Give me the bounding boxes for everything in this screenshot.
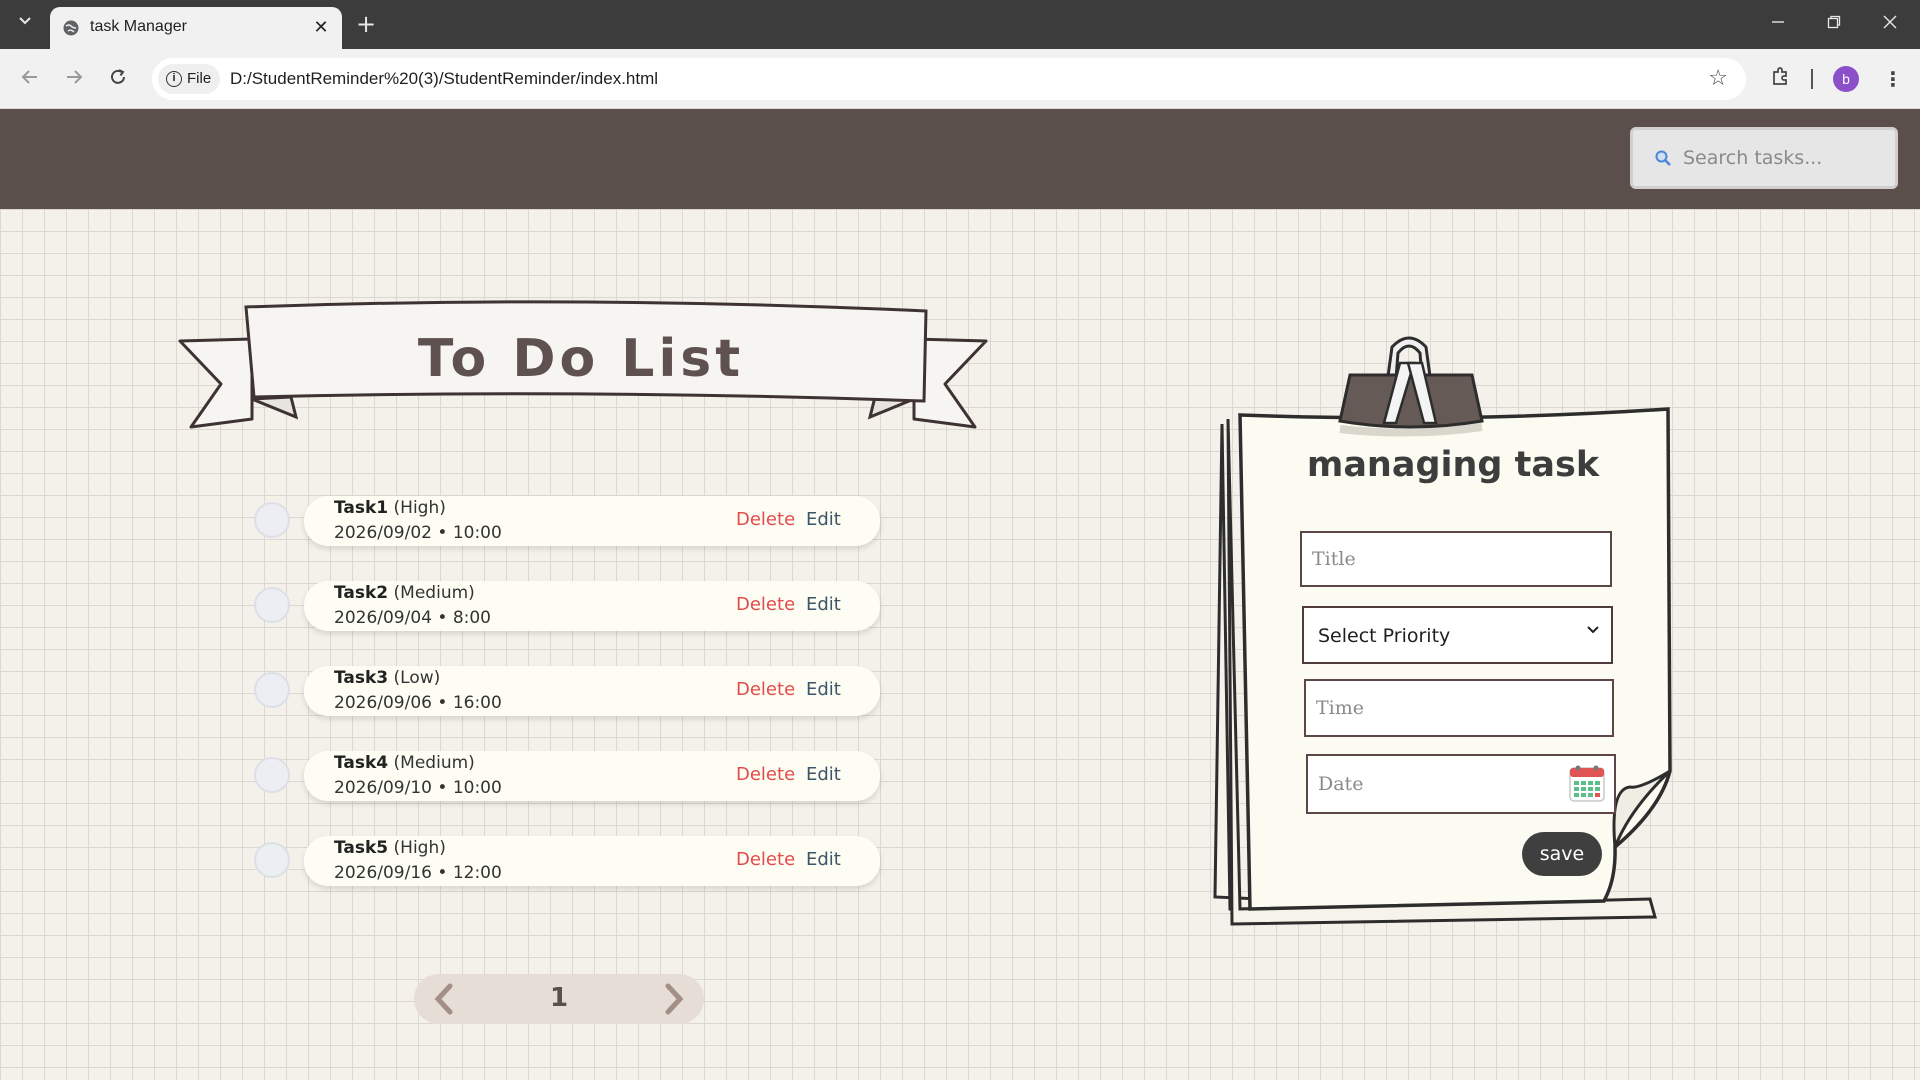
close-window-icon[interactable] <box>1870 6 1910 42</box>
task-row: Task5 (High) 2026/09/16 • 12:00 Delete E… <box>254 832 880 888</box>
todo-title: To Do List <box>417 329 745 389</box>
delete-task-button[interactable]: Delete <box>736 509 795 530</box>
task-datetime: 2026/09/10 • 10:00 <box>334 778 502 798</box>
close-tab-icon[interactable]: ✕ <box>310 17 332 39</box>
todo-banner: To Do List <box>176 299 990 439</box>
form-title: managing task <box>1306 445 1600 485</box>
task-title: Task2 (Medium) <box>334 583 475 603</box>
toolbar-divider <box>1811 69 1813 89</box>
task-complete-checkbox[interactable] <box>254 502 290 538</box>
minimize-icon[interactable] <box>1758 6 1798 42</box>
back-arrow-icon[interactable] <box>16 65 44 93</box>
info-icon: i <box>166 71 182 87</box>
more-menu-icon[interactable]: ⋮ <box>1878 64 1908 94</box>
site-header <box>0 109 1920 209</box>
calendar-icon[interactable] <box>1568 763 1606 803</box>
restore-icon[interactable] <box>1814 6 1854 42</box>
task-complete-checkbox[interactable] <box>254 842 290 878</box>
task-datetime: 2026/09/16 • 12:00 <box>334 863 502 883</box>
task-row: Task3 (Low) 2026/09/06 • 16:00 Delete Ed… <box>254 662 880 718</box>
edit-task-button[interactable]: Edit <box>806 764 841 785</box>
globe-icon <box>63 20 79 36</box>
task-card: Task1 (High) 2026/09/02 • 10:00 Delete E… <box>304 496 880 546</box>
tab-list-chevron-icon[interactable] <box>12 12 38 38</box>
chevron-down-icon <box>1587 626 1599 634</box>
task-card: Task3 (Low) 2026/09/06 • 16:00 Delete Ed… <box>304 666 880 716</box>
task-row: Task1 (High) 2026/09/02 • 10:00 Delete E… <box>254 492 880 548</box>
task-title: Task5 (High) <box>334 838 446 858</box>
time-input[interactable] <box>1304 679 1614 737</box>
tab-title: task Manager <box>90 18 187 35</box>
pagination: 1 <box>414 974 704 1024</box>
edit-task-button[interactable]: Edit <box>806 509 841 530</box>
task-datetime: 2026/09/04 • 8:00 <box>334 608 491 628</box>
browser-toolbar: i File D:/StudentReminder%20(3)/StudentR… <box>0 49 1920 109</box>
extensions-puzzle-icon[interactable] <box>1766 64 1796 94</box>
site-info-label: File <box>187 70 212 87</box>
edit-task-button[interactable]: Edit <box>806 594 841 615</box>
edit-task-button[interactable]: Edit <box>806 849 841 870</box>
task-title: Task3 (Low) <box>334 668 441 688</box>
site-info-chip[interactable]: i File <box>158 64 220 94</box>
url-text[interactable]: D:/StudentReminder%20(3)/StudentReminder… <box>230 69 658 89</box>
edit-task-button[interactable]: Edit <box>806 679 841 700</box>
task-row: Task4 (Medium) 2026/09/10 • 10:00 Delete… <box>254 747 880 803</box>
search-box[interactable] <box>1630 127 1898 189</box>
task-card: Task2 (Medium) 2026/09/04 • 8:00 Delete … <box>304 581 880 631</box>
task-title: Task4 (Medium) <box>334 753 475 773</box>
title-input[interactable] <box>1300 531 1612 587</box>
browser-tab[interactable]: task Manager ✕ <box>50 7 342 49</box>
task-row: Task2 (Medium) 2026/09/04 • 8:00 Delete … <box>254 577 880 633</box>
search-icon <box>1655 150 1671 166</box>
task-card: Task5 (High) 2026/09/16 • 12:00 Delete E… <box>304 836 880 886</box>
delete-task-button[interactable]: Delete <box>736 679 795 700</box>
page-number[interactable]: 1 <box>534 983 584 1013</box>
task-card: Task4 (Medium) 2026/09/10 • 10:00 Delete… <box>304 751 880 801</box>
search-input[interactable] <box>1683 144 1883 172</box>
delete-task-button[interactable]: Delete <box>736 764 795 785</box>
browser-tab-bar: task Manager ✕ + <box>0 0 1920 49</box>
delete-task-button[interactable]: Delete <box>736 849 795 870</box>
task-complete-checkbox[interactable] <box>254 587 290 623</box>
task-title: Task1 (High) <box>334 498 446 518</box>
profile-avatar[interactable]: b <box>1833 66 1859 92</box>
priority-select[interactable]: Select Priority <box>1302 606 1613 664</box>
reload-icon[interactable] <box>104 65 132 93</box>
task-datetime: 2026/09/02 • 10:00 <box>334 523 502 543</box>
task-complete-checkbox[interactable] <box>254 757 290 793</box>
address-bar[interactable]: i File D:/StudentReminder%20(3)/StudentR… <box>152 58 1746 100</box>
forward-arrow-icon[interactable] <box>60 65 88 93</box>
main-canvas: To Do List Task1 (High) 2026/09/02 • 10:… <box>0 209 1920 1080</box>
previous-page-chevron-icon[interactable] <box>420 974 470 1024</box>
next-page-chevron-icon[interactable] <box>648 974 698 1024</box>
task-datetime: 2026/09/06 • 16:00 <box>334 693 502 713</box>
bookmark-star-icon[interactable]: ☆ <box>1708 66 1728 92</box>
new-tab-plus-icon[interactable]: + <box>352 10 380 38</box>
save-button[interactable]: save <box>1522 832 1602 876</box>
delete-task-button[interactable]: Delete <box>736 594 795 615</box>
priority-select-value: Select Priority <box>1318 625 1451 647</box>
task-complete-checkbox[interactable] <box>254 672 290 708</box>
